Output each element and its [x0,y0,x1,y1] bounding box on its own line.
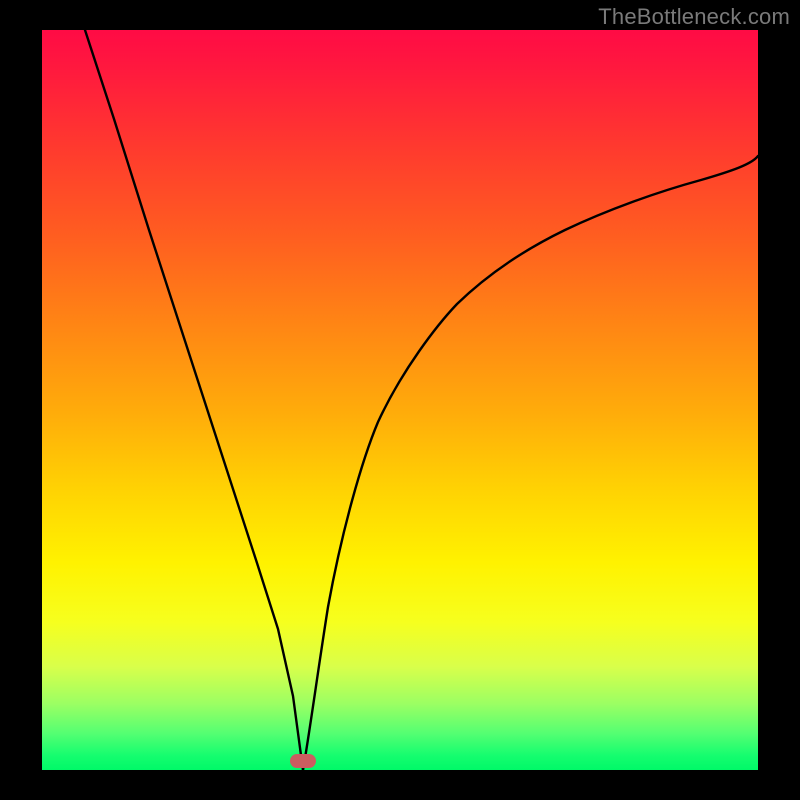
min-marker [290,754,316,768]
watermark-text: TheBottleneck.com [598,4,790,30]
bottleneck-curve [42,30,758,770]
plot-area [42,30,758,770]
curve-left-branch [85,30,303,770]
curve-right-branch [303,156,758,770]
chart-frame: TheBottleneck.com [0,0,800,800]
